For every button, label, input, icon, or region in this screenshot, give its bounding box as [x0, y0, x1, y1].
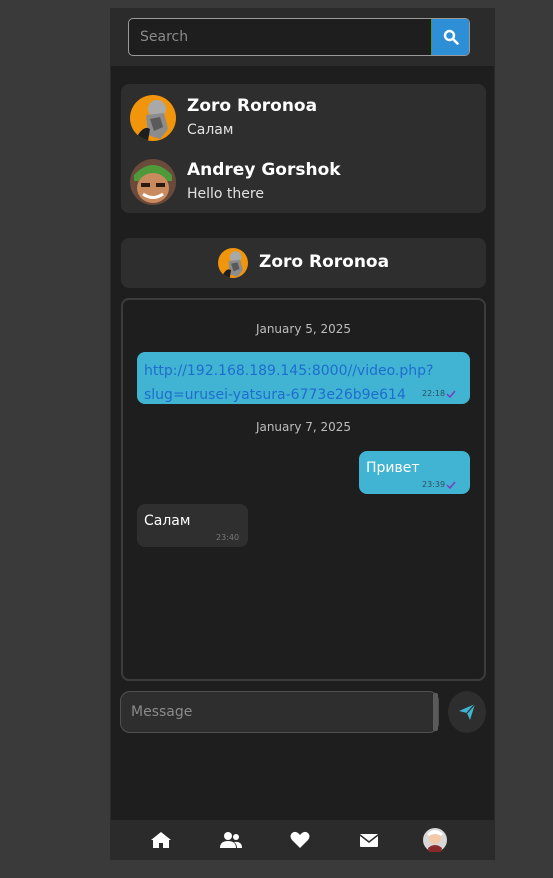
date-separator: January 5, 2025 [255, 322, 352, 336]
read-check-icon [446, 390, 456, 398]
avatar-zoro-roronoa-icon [218, 248, 248, 278]
nav-friends[interactable] [219, 828, 243, 852]
message-link[interactable]: http://192.168.189.145:8000//video.php? … [144, 359, 433, 407]
date-separator: January 7, 2025 [255, 420, 352, 434]
search-button[interactable] [431, 19, 469, 55]
nav-messages[interactable] [357, 828, 381, 852]
avatar-zoro-roronoa-icon [130, 95, 176, 141]
app-window: Zoro Roronoa Салам Andrey Gorshok Hello … [110, 8, 495, 860]
contact-name: Andrey Gorshok [187, 160, 341, 180]
friends-icon [220, 832, 242, 848]
avatar-andrey-gorshok-icon [130, 159, 176, 205]
message-text: Привет [366, 460, 420, 476]
send-icon [459, 703, 476, 720]
contact-list: Zoro Roronoa Салам Andrey Gorshok Hello … [121, 84, 486, 213]
message-input[interactable] [121, 692, 431, 732]
chat-title: Zoro Roronoa [259, 252, 390, 272]
link-line: http://192.168.189.145:8000//video.php? [144, 363, 434, 379]
search-bar [111, 8, 494, 66]
message-time: 23:39 [422, 480, 446, 489]
mail-icon [359, 834, 379, 847]
message-bubble[interactable]: http://192.168.189.145:8000//video.php? … [137, 352, 470, 404]
link-line: slug=urusei-yatsura-6773e26b9e614 [144, 387, 406, 403]
message-bubble[interactable]: Привет 23:39 [359, 451, 470, 494]
home-icon [151, 832, 171, 848]
message-time: 23:40 [216, 533, 240, 542]
search-input[interactable] [129, 19, 432, 55]
message-area[interactable]: January 5, 2025 http://192.168.189.145:8… [121, 298, 486, 681]
avatar [130, 95, 176, 141]
message-text: Салам [144, 513, 191, 529]
message-time: 22:18 [422, 389, 446, 398]
avatar [130, 159, 176, 205]
composer-scrollbar[interactable] [433, 693, 438, 731]
read-check-icon [446, 481, 456, 489]
avatar [218, 248, 248, 278]
contact-name: Zoro Roronoa [187, 96, 318, 116]
message-composer [120, 691, 439, 733]
nav-profile[interactable] [423, 828, 447, 852]
contact-item[interactable]: Zoro Roronoa Салам [121, 90, 486, 146]
nav-favorites[interactable] [288, 828, 312, 852]
nav-home[interactable] [149, 828, 173, 852]
contact-item[interactable]: Andrey Gorshok Hello there [121, 154, 486, 210]
contact-last-message: Салам [187, 122, 234, 138]
heart-icon [290, 831, 310, 848]
send-button[interactable] [448, 691, 486, 733]
search-field [128, 18, 470, 56]
message-bubble[interactable]: Салам 23:40 [137, 504, 248, 547]
profile-avatar-icon [423, 828, 447, 852]
chat-header: Zoro Roronoa [121, 238, 486, 288]
bottom-navigation [111, 820, 494, 860]
contact-last-message: Hello there [187, 186, 264, 202]
search-icon [443, 29, 459, 45]
